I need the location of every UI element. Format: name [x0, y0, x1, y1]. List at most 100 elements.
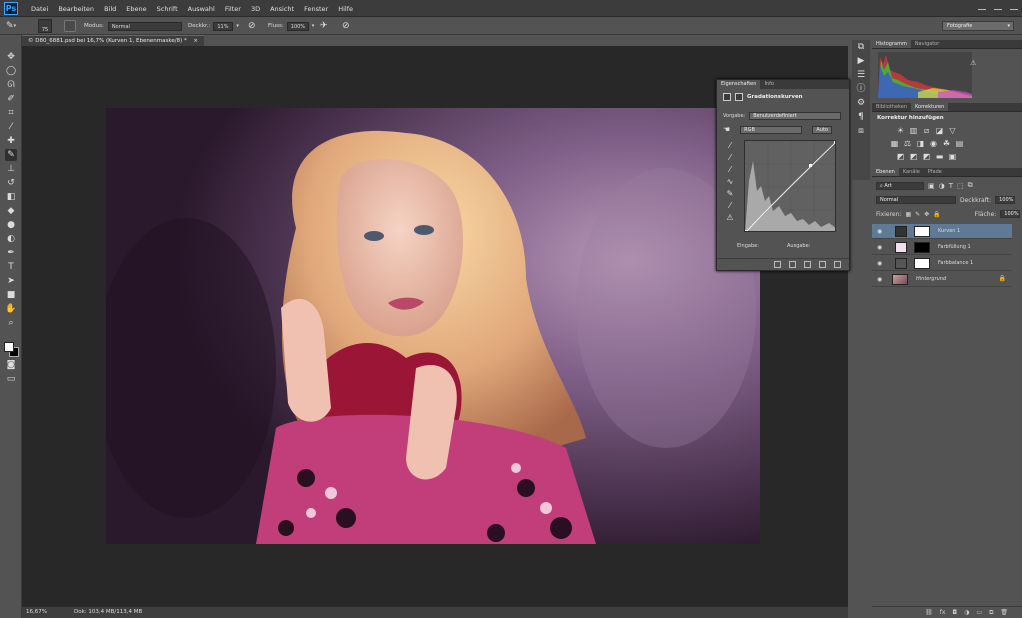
move-tool-icon[interactable]: ✥	[5, 51, 17, 63]
new-adjustment-icon[interactable]: ◑	[964, 609, 969, 616]
clipping-warning-icon[interactable]: ⚠	[723, 212, 737, 224]
path-select-tool-icon[interactable]: ➤	[5, 275, 17, 287]
screen-mode-icon[interactable]: ▭	[5, 373, 17, 385]
add-mask-icon[interactable]: ◘	[952, 609, 957, 616]
actions-panel-icon[interactable]: ▶	[852, 54, 870, 68]
smooth-curve-icon[interactable]: ⁄	[723, 200, 737, 212]
gray-point-eyedropper-icon[interactable]: ⁄	[723, 152, 737, 164]
selective-color-icon[interactable]: ▣	[948, 152, 957, 161]
photo-filter-icon[interactable]: ◉	[929, 139, 938, 148]
dodge-tool-icon[interactable]: ◐	[5, 233, 17, 245]
white-point-eyedropper-icon[interactable]: ⁄	[723, 164, 737, 176]
menu-fenster[interactable]: Fenster	[299, 5, 333, 13]
menu-3d[interactable]: 3D	[246, 5, 265, 13]
fx-icon[interactable]: fx	[940, 609, 946, 616]
gradient-tool-icon[interactable]: ◆	[5, 205, 17, 217]
opacity-dropdown-icon[interactable]: ▾	[236, 23, 239, 29]
marquee-tool-icon[interactable]: ◯	[5, 65, 17, 77]
opacity-input[interactable]: 11%	[213, 21, 234, 31]
foreground-color-swatch[interactable]	[4, 342, 14, 352]
menu-filter[interactable]: Filter	[220, 5, 246, 13]
pixel-filter-icon[interactable]: ▣	[928, 182, 935, 190]
pencil-curve-icon[interactable]: ✎	[723, 188, 737, 200]
mask-icon[interactable]	[735, 93, 743, 101]
shape-tool-icon[interactable]: ■	[5, 289, 17, 301]
history-panel-icon[interactable]: ⧉	[852, 40, 870, 54]
tab-eigenschaften[interactable]: Eigenschaften	[717, 80, 761, 89]
tab-ebenen[interactable]: Ebenen	[872, 168, 899, 176]
menu-datei[interactable]: Datei	[26, 5, 53, 13]
pen-tool-icon[interactable]: ✒	[5, 247, 17, 259]
document-image[interactable]	[106, 108, 760, 544]
pressure-size-toggle[interactable]: ⊘	[342, 20, 350, 32]
pressure-opacity-toggle[interactable]: ⊘	[248, 20, 256, 32]
brush-size-picker[interactable]: 75	[38, 19, 52, 33]
type-tool-icon[interactable]: T	[5, 261, 17, 273]
invert-icon[interactable]: ◩	[896, 152, 905, 161]
channel-mixer-icon[interactable]: ☘	[942, 139, 951, 148]
cache-warning-icon[interactable]: ⚠	[970, 59, 976, 67]
shape-filter-icon[interactable]: ⬚	[957, 182, 964, 190]
zoom-tool-icon[interactable]: ⌕	[5, 317, 17, 329]
menu-bild[interactable]: Bild	[99, 5, 121, 13]
layer-filter-select[interactable]: ⌕ Art	[876, 181, 924, 190]
exposure-icon[interactable]: ◪	[935, 126, 944, 135]
curve-edit-icon[interactable]: ∿	[723, 176, 737, 188]
lock-paint-icon[interactable]: ✎	[915, 211, 920, 218]
visibility-eye-icon[interactable]: ◉	[877, 276, 884, 283]
view-previous-icon[interactable]	[789, 261, 796, 268]
delete-adjustment-icon[interactable]	[834, 261, 841, 268]
info-panel-icon[interactable]: ⓘ	[852, 82, 870, 96]
document-tab[interactable]: © D80_6881.psd bei 16,7% (Kurven 1, Eben…	[22, 35, 204, 46]
levels-icon[interactable]: ▥	[909, 126, 918, 135]
brightness-contrast-icon[interactable]: ☀	[896, 126, 905, 135]
stamp-tool-icon[interactable]: ⊥	[5, 163, 17, 175]
threshold-icon[interactable]: ◩	[922, 152, 931, 161]
tab-navigator[interactable]: Navigator	[911, 40, 943, 48]
flow-input[interactable]: 100%	[286, 21, 309, 31]
menu-hilfe[interactable]: Hilfe	[333, 5, 358, 13]
blur-tool-icon[interactable]: ●	[5, 219, 17, 231]
menu-auswahl[interactable]: Auswahl	[183, 5, 220, 13]
properties-panel-icon[interactable]: ☰	[852, 68, 870, 82]
adjust-filter-icon[interactable]: ◑	[939, 182, 945, 190]
lasso-tool-icon[interactable]: ᘏ	[5, 79, 17, 91]
brush-panel-toggle[interactable]	[64, 20, 76, 32]
flow-dropdown-icon[interactable]: ▾	[312, 23, 315, 29]
lock-all-icon[interactable]: 🔒	[933, 211, 940, 218]
mode-select[interactable]: Normal	[107, 21, 182, 31]
healing-tool-icon[interactable]: ✚	[5, 135, 17, 147]
menu-ansicht[interactable]: Ansicht	[265, 5, 299, 13]
layer-row-farbbalance[interactable]: ◉ Farbbalance 1	[872, 256, 1012, 271]
brush-tool-preset[interactable]: ✎ ▾	[6, 20, 16, 32]
on-image-adjust-icon[interactable]: ☚	[723, 125, 730, 134]
black-point-eyedropper-icon[interactable]: ⁄	[723, 140, 737, 152]
reset-icon[interactable]	[804, 261, 811, 268]
zoom-level[interactable]: 16,67%	[26, 607, 47, 618]
curves-graph[interactable]	[744, 140, 836, 232]
blend-mode-select[interactable]: Normal	[876, 196, 956, 204]
layer-row-kurven[interactable]: ◉ Kurven 1	[872, 224, 1012, 239]
eraser-tool-icon[interactable]: ◧	[5, 191, 17, 203]
paragraph-panel-icon[interactable]: ¶	[852, 110, 870, 124]
posterize-icon[interactable]: ◩	[909, 152, 918, 161]
tab-kanaele[interactable]: Kanäle	[899, 168, 924, 176]
tab-histogramm[interactable]: Histogramm	[872, 40, 911, 48]
new-group-icon[interactable]: ▭	[976, 609, 982, 616]
brush-tool-icon[interactable]: ✎	[5, 149, 17, 161]
black-white-icon[interactable]: ◨	[916, 139, 925, 148]
lock-move-icon[interactable]: ✥	[924, 211, 929, 218]
auto-button[interactable]: Auto	[812, 125, 833, 134]
quick-mask-icon[interactable]: ◙	[5, 359, 17, 371]
tab-pfade[interactable]: Pfade	[924, 168, 946, 176]
maximize-icon[interactable]	[994, 2, 1002, 10]
close-icon[interactable]	[1010, 2, 1018, 10]
visibility-eye-icon[interactable]: ◉	[877, 244, 884, 251]
eyedropper-tool-icon[interactable]: ⁄	[5, 121, 17, 133]
workspace-select[interactable]: Fotografie ▾	[942, 21, 1014, 31]
color-lookup-icon[interactable]: ▤	[955, 139, 964, 148]
menu-schrift[interactable]: Schrift	[152, 5, 183, 13]
channel-select[interactable]: RGB	[740, 125, 803, 134]
link-layers-icon[interactable]: ⛓	[925, 609, 933, 616]
layer-row-hintergrund[interactable]: ◉ Hintergrund 🔒	[872, 272, 1012, 287]
